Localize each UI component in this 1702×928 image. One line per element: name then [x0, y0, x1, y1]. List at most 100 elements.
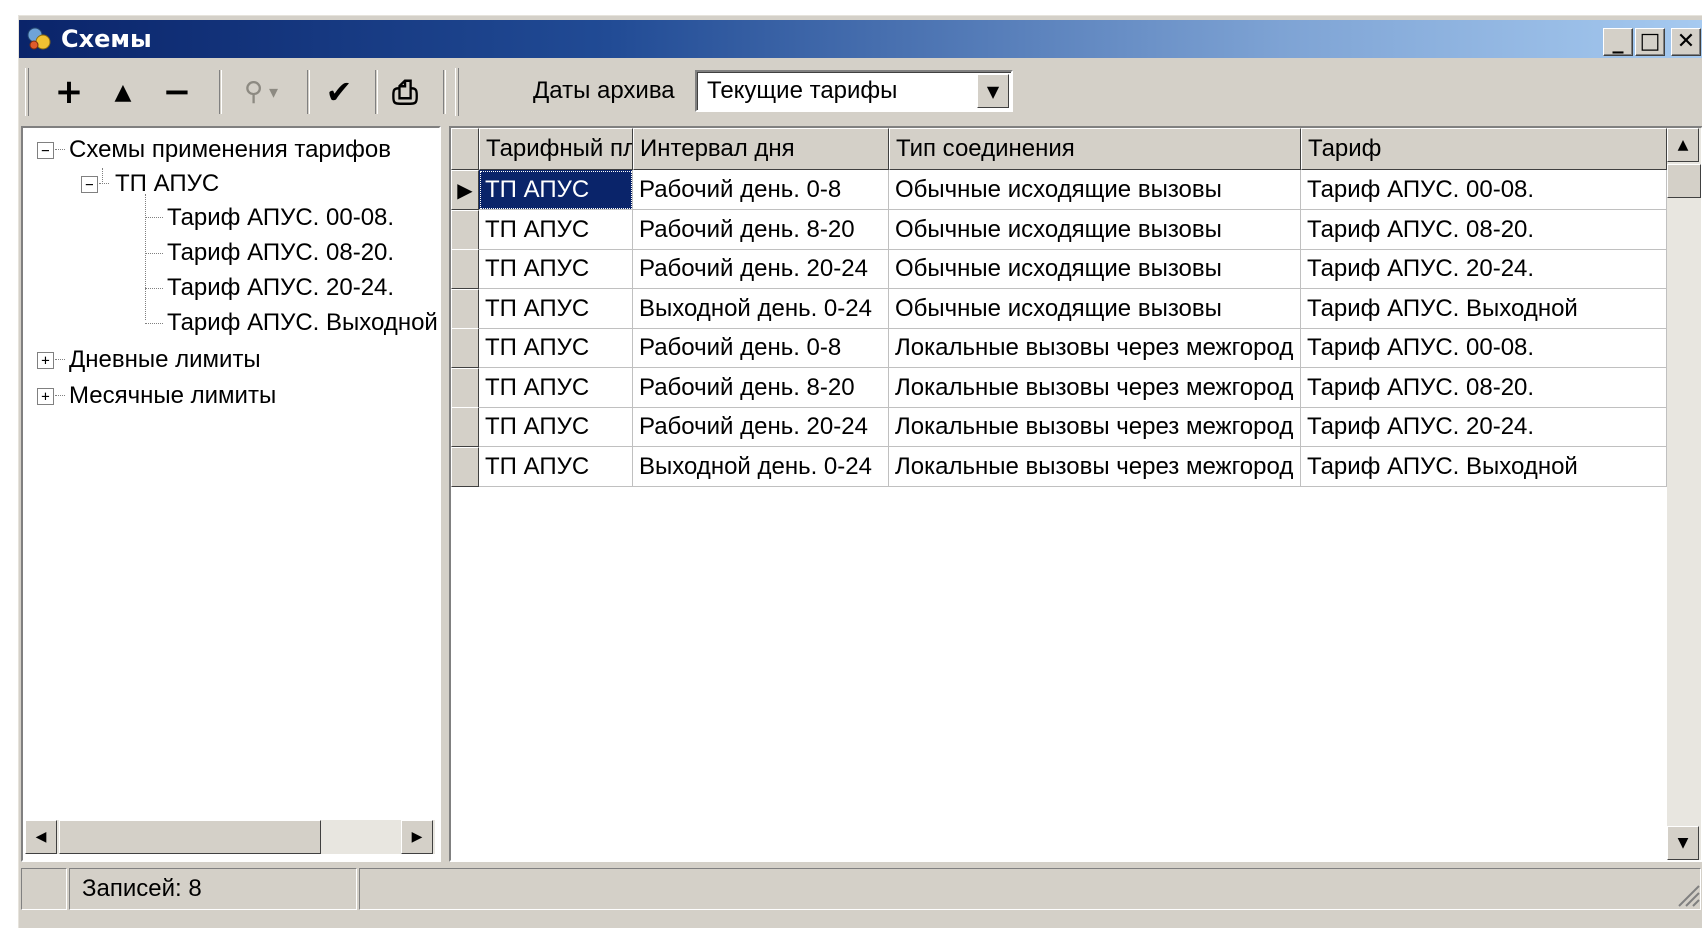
row-indicator[interactable] [451, 407, 479, 447]
table-cell[interactable]: Обычные исходящие вызовы [889, 288, 1301, 329]
column-header-label: Тарифный план [486, 135, 632, 162]
maximize-icon: □ [1639, 29, 1661, 54]
column-header-label: Интервал дня [640, 135, 795, 162]
archive-dates-label: Даты архива [533, 77, 675, 104]
grid-corner [451, 128, 479, 170]
tree-item-label: Дневные лимиты [69, 346, 261, 373]
table-cell[interactable]: ТП АПУС [479, 328, 633, 368]
tariff-grid[interactable]: Тарифный план Интервал дня Тип соединени… [449, 126, 1702, 862]
row-indicator[interactable] [451, 288, 479, 329]
arrow-down-icon: ▼ [1677, 835, 1689, 851]
toolbar-separator [375, 70, 378, 114]
tree-item-tariff[interactable]: Тариф АПУС. Выходной [167, 305, 438, 341]
table-cell[interactable]: Выходной день. 0-24 [633, 446, 889, 487]
column-header-tariff[interactable]: Тариф [1301, 128, 1667, 170]
tree-item-label: Месячные лимиты [69, 382, 277, 409]
table-cell[interactable]: Обычные исходящие вызовы [889, 170, 1301, 210]
table-cell[interactable]: ТП АПУС [479, 446, 633, 487]
table-cell[interactable]: Тариф АПУС. 08-20. [1301, 367, 1667, 408]
table-cell[interactable]: Выходной день. 0-24 [633, 288, 889, 329]
table-cell[interactable]: Тариф АПУС. 20-24. [1301, 249, 1667, 289]
combo-dropdown-button[interactable]: ▼ [977, 74, 1009, 108]
tree-item-label: Тариф АПУС. 08-20. [167, 239, 395, 266]
tree-item-tariff[interactable]: Тариф АПУС. 00-08. [167, 200, 394, 236]
column-header-tariff-plan[interactable]: Тарифный план [479, 128, 633, 170]
row-indicator[interactable] [451, 367, 479, 408]
tree-item-label: Тариф АПУС. Выходной [167, 309, 438, 336]
table-cell[interactable]: Рабочий день. 20-24 [633, 249, 889, 289]
table-cell[interactable]: Тариф АПУС. 00-08. [1301, 170, 1667, 210]
table-cell[interactable]: Тариф АПУС. 20-24. [1301, 407, 1667, 447]
table-cell[interactable]: Локальные вызовы через межгород [889, 328, 1301, 368]
minus-icon: − [162, 72, 192, 112]
tree-connector [145, 288, 163, 289]
column-header-label: Тип соединения [896, 135, 1075, 162]
tree-horizontal-scrollbar[interactable]: ◀ ▶ [25, 820, 435, 854]
toolbar-separator [443, 70, 446, 114]
table-cell[interactable]: Тариф АПУС. 08-20. [1301, 209, 1667, 250]
toolbar-grip[interactable] [455, 68, 459, 116]
scroll-thumb[interactable] [59, 820, 321, 854]
minimize-button[interactable]: _ [1603, 28, 1633, 56]
status-panel-empty [21, 868, 67, 910]
column-header-connection-type[interactable]: Тип соединения [889, 128, 1301, 170]
table-cell[interactable]: ТП АПУС [479, 407, 633, 447]
collapse-icon[interactable]: − [81, 176, 98, 193]
table-cell[interactable]: Рабочий день. 8-20 [633, 209, 889, 250]
remove-button[interactable]: − [155, 68, 199, 116]
title-bar[interactable]: Схемы _ □ ✕ [19, 20, 1702, 58]
table-cell[interactable]: Локальные вызовы через межгород [889, 407, 1301, 447]
table-cell[interactable]: ТП АПУС [479, 209, 633, 250]
table-cell[interactable]: Тариф АПУС. 00-08. [1301, 328, 1667, 368]
archive-dates-select[interactable]: Текущие тарифы ▼ [695, 70, 1013, 112]
collapse-icon[interactable]: − [37, 142, 54, 159]
apply-button[interactable]: ✔ [317, 68, 361, 116]
scroll-left-button[interactable]: ◀ [25, 820, 57, 854]
resize-grip-icon[interactable] [1673, 880, 1701, 908]
table-cell[interactable]: Рабочий день. 0-8 [633, 170, 889, 210]
row-indicator[interactable] [451, 249, 479, 289]
row-indicator[interactable] [451, 328, 479, 368]
row-indicator[interactable] [451, 446, 479, 487]
close-button[interactable]: ✕ [1671, 28, 1701, 56]
table-cell[interactable]: Рабочий день. 8-20 [633, 367, 889, 408]
table-cell[interactable]: Обычные исходящие вызовы [889, 249, 1301, 289]
table-cell[interactable]: ТП АПУС [479, 367, 633, 408]
expand-icon[interactable]: + [37, 388, 54, 405]
row-indicator[interactable] [451, 209, 479, 250]
find-button[interactable]: ⚲ ▾ [229, 68, 293, 116]
grid-vertical-scrollbar[interactable]: ▲ ▼ [1667, 128, 1701, 860]
column-header-day-interval[interactable]: Интервал дня [633, 128, 889, 170]
maximize-button[interactable]: □ [1635, 28, 1665, 56]
column-header-label: Тариф [1308, 135, 1382, 162]
print-button[interactable]: ⎙ [383, 68, 427, 116]
table-cell[interactable]: Локальные вызовы через межгород [889, 446, 1301, 487]
checkmark-icon: ✔ [325, 73, 353, 111]
table-cell[interactable]: Локальные вызовы через межгород [889, 367, 1301, 408]
tree-item-label: Тариф АПУС. 00-08. [167, 204, 395, 231]
tree-item-tariff[interactable]: Тариф АПУС. 08-20. [167, 235, 394, 271]
table-cell[interactable]: Тариф АПУС. Выходной [1301, 446, 1667, 487]
tree-view[interactable]: − Схемы применения тарифов − ТП АПУС Тар… [21, 126, 441, 862]
dropdown-arrow-icon: ▾ [269, 81, 279, 103]
window-title: Схемы [61, 25, 152, 53]
scroll-down-button[interactable]: ▼ [1667, 826, 1699, 860]
table-cell[interactable]: Обычные исходящие вызовы [889, 209, 1301, 250]
expand-icon[interactable]: + [37, 352, 54, 369]
status-record-count: Записей: 8 [69, 868, 357, 910]
scroll-up-button[interactable]: ▲ [1667, 128, 1699, 162]
tree-connector [99, 183, 109, 184]
tree-item-tariff[interactable]: Тариф АПУС. 20-24. [167, 270, 394, 306]
table-cell[interactable]: ТП АПУС [479, 249, 633, 289]
scroll-right-button[interactable]: ▶ [401, 820, 433, 854]
table-cell[interactable]: Рабочий день. 20-24 [633, 407, 889, 447]
scroll-thumb[interactable] [1667, 164, 1701, 198]
toolbar-grip[interactable] [25, 68, 29, 116]
table-cell[interactable]: Тариф АПУС. Выходной [1301, 288, 1667, 329]
table-cell[interactable]: Рабочий день. 0-8 [633, 328, 889, 368]
row-indicator[interactable]: ▶ [451, 170, 479, 210]
move-up-button[interactable]: ▲ [101, 68, 145, 116]
table-cell[interactable]: ТП АПУС [479, 170, 633, 210]
add-button[interactable]: + [47, 68, 91, 116]
table-cell[interactable]: ТП АПУС [479, 288, 633, 329]
